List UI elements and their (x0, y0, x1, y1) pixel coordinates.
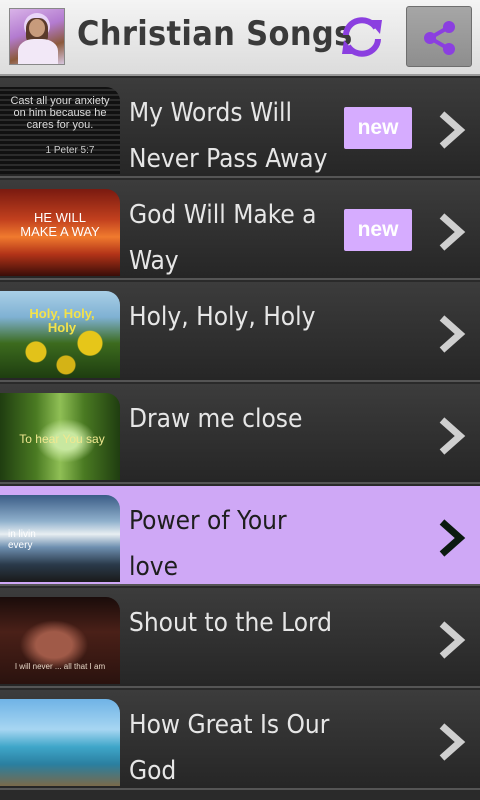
share-button[interactable] (406, 6, 472, 67)
new-badge: new (344, 107, 412, 149)
refresh-button[interactable] (338, 14, 386, 60)
song-title: How Great Is Our God (129, 710, 330, 786)
song-thumbnail: HE WILL MAKE A WAY (0, 189, 120, 276)
song-title: My Words Will Never Pass Away (129, 98, 328, 174)
chevron-right-icon (439, 417, 466, 455)
song-thumbnail: Holy, Holy, Holy (0, 291, 120, 378)
song-row[interactable]: Cast all your anxiety on him because he … (0, 78, 480, 178)
song-row-selected[interactable]: in livin every Power of Your love (0, 486, 480, 586)
song-thumbnail (0, 699, 120, 786)
song-row[interactable]: How Great Is Our God (0, 690, 480, 790)
app-bar: Christian Songs (0, 0, 480, 76)
song-row[interactable]: HE WILL MAKE A WAY God Will Make a Way n… (0, 180, 480, 280)
new-badge: new (344, 209, 412, 251)
chevron-right-icon (439, 621, 466, 659)
song-thumbnail: in livin every (0, 495, 120, 582)
chevron-right-icon (439, 111, 466, 149)
song-thumbnail: To hear You say (0, 393, 120, 480)
chevron-right-icon (439, 723, 466, 761)
refresh-icon (342, 17, 382, 57)
app-logo (9, 8, 65, 65)
song-title: Draw me close (129, 404, 303, 434)
song-row[interactable]: To hear You say Draw me close (0, 384, 480, 484)
song-title: God Will Make a Way (129, 200, 317, 276)
song-row[interactable]: I will never ... all that I am Shout to … (0, 588, 480, 688)
song-title: Holy, Holy, Holy (129, 302, 316, 332)
share-icon (424, 21, 455, 55)
chevron-right-icon (439, 315, 466, 353)
song-thumbnail: I will never ... all that I am (0, 597, 120, 684)
app-title: Christian Songs (77, 14, 353, 54)
song-title: Shout to the Lord (129, 608, 333, 638)
chevron-right-icon (439, 519, 466, 557)
song-row[interactable]: Holy, Holy, Holy Holy, Holy, Holy (0, 282, 480, 382)
chevron-right-icon (439, 213, 466, 251)
song-title: Power of Your love (129, 506, 287, 582)
song-thumbnail: Cast all your anxiety on him because he … (0, 87, 120, 174)
